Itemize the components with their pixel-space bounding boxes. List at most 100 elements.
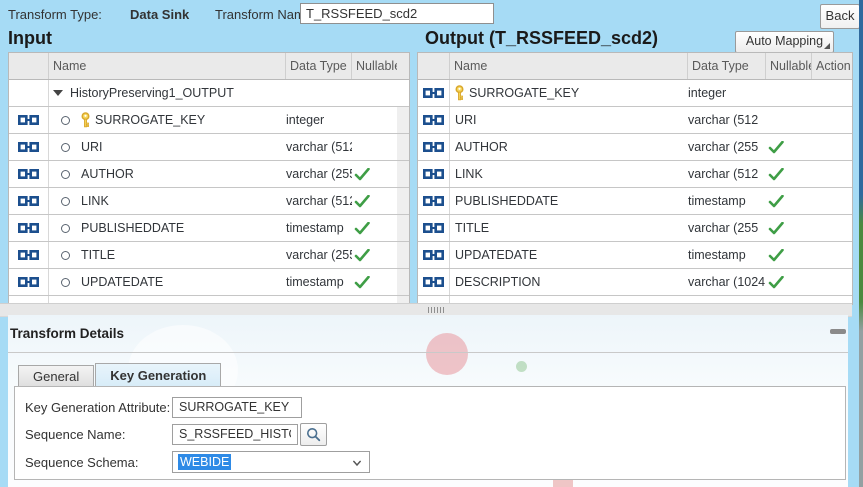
check-icon	[354, 168, 370, 181]
actions-cell	[812, 188, 852, 214]
nullable-cell	[766, 188, 812, 214]
table-row[interactable]: TITLEvarchar (255	[9, 242, 409, 269]
mapping-cell	[9, 242, 49, 268]
column-header-data-type: Data Type	[286, 53, 352, 79]
nullable-cell	[766, 134, 812, 160]
input-table-body: HistoryPreserving1_OUTPUT SURROGATE_KEY i…	[9, 80, 409, 305]
mapping-cell	[418, 80, 450, 106]
mapping-icon	[423, 195, 444, 207]
column-header-blank	[9, 53, 49, 79]
mapping-cell	[418, 107, 450, 133]
mapping-icon	[18, 222, 39, 234]
mapping-icon	[423, 168, 444, 180]
mapping-cell	[9, 188, 49, 214]
table-row[interactable]: LINKvarchar (512	[9, 188, 409, 215]
data-type-cell: varchar (1024	[688, 269, 766, 295]
transform-name-input[interactable]	[300, 3, 494, 24]
data-type-cell: timestamp	[286, 215, 352, 241]
mapping-icon	[18, 141, 39, 153]
nullable-cell	[352, 215, 397, 241]
output-panel-title: Output (T_RSSFEED_scd2)	[425, 28, 658, 49]
table-row[interactable]: URIvarchar (512	[9, 134, 409, 161]
actions-cell	[812, 215, 852, 241]
attribute-name: UPDATEDATE	[455, 248, 537, 262]
collapse-caret-icon[interactable]	[53, 90, 63, 96]
attribute-name: PUBLISHEDDATE	[81, 221, 184, 235]
data-type-cell: timestamp	[688, 188, 766, 214]
mapping-icon	[423, 249, 444, 261]
table-row[interactable]: UPDATEDATE timestamp	[9, 269, 409, 296]
table-row[interactable]: AUTHORvarchar (255	[418, 134, 852, 161]
mapping-cell	[9, 269, 49, 295]
actions-cell	[397, 215, 409, 241]
key-icon	[80, 112, 91, 128]
data-type-cell: varchar (512	[688, 161, 766, 187]
back-button[interactable]: Back	[820, 4, 860, 29]
attribute-icon	[61, 143, 70, 152]
actions-cell	[812, 107, 852, 133]
mapping-cell	[418, 188, 450, 214]
attribute-name: PUBLISHEDDATE	[455, 194, 558, 208]
key-attribute-label: Key Generation Attribute:	[25, 400, 172, 415]
key-icon	[454, 85, 465, 101]
table-row[interactable]: UPDATEDATEtimestamp	[418, 242, 852, 269]
attribute-name: TITLE	[455, 221, 489, 235]
sequence-schema-label: Sequence Schema:	[25, 455, 172, 470]
table-row[interactable]: DESCRIPTIONvarchar (1024	[418, 269, 852, 296]
table-row[interactable]: URIvarchar (512	[418, 107, 852, 134]
output-table-header: NameData TypeNullableActions	[418, 53, 852, 80]
key-attribute-input[interactable]	[172, 397, 302, 418]
attribute-name: URI	[455, 113, 477, 127]
table-row[interactable]: AUTHORvarchar (255	[9, 161, 409, 188]
mapping-icon	[18, 249, 39, 261]
group-row[interactable]: HistoryPreserving1_OUTPUT	[9, 80, 409, 107]
actions-cell	[812, 134, 852, 160]
attribute-name: SURROGATE_KEY	[95, 113, 205, 127]
auto-mapping-button[interactable]: Auto Mapping	[735, 31, 834, 53]
attribute-name: UPDATEDATE	[81, 275, 163, 289]
check-icon	[768, 141, 784, 154]
check-icon	[768, 276, 784, 289]
output-table[interactable]: NameData TypeNullableActions SURROGATE_K…	[417, 52, 853, 305]
column-name-cell: LINK	[49, 188, 286, 214]
mapping-icon	[423, 87, 444, 99]
data-type-cell: integer	[286, 107, 352, 133]
column-name-cell: TITLE	[450, 215, 688, 241]
key-generation-groupbox: Key Generation Attribute: Sequence Name:…	[14, 386, 846, 480]
table-row[interactable]: PUBLISHEDDATE timestamp	[9, 215, 409, 242]
table-row[interactable]: LINKvarchar (512	[418, 161, 852, 188]
decorative-circle	[426, 333, 468, 375]
panel-collapse-handle[interactable]	[830, 329, 846, 334]
mapping-cell	[9, 80, 49, 106]
sequence-search-button[interactable]	[300, 423, 327, 446]
column-header-data-type: Data Type	[688, 53, 766, 79]
auto-mapping-label: Auto Mapping	[746, 34, 823, 48]
table-row[interactable]: PUBLISHEDDATE timestamp	[418, 188, 852, 215]
tab-general[interactable]: General	[18, 365, 94, 387]
sequence-schema-select[interactable]: WEBIDE	[172, 451, 370, 473]
nullable-cell	[352, 242, 397, 268]
table-row[interactable]: SURROGATE_KEYinteger	[418, 80, 852, 107]
group-name: HistoryPreserving1_OUTPUT	[70, 86, 234, 100]
data-type-cell: timestamp	[286, 269, 352, 295]
details-title: Transform Details	[10, 326, 124, 341]
column-name-cell: SURROGATE_KEY	[49, 107, 286, 133]
actions-cell	[812, 269, 852, 295]
attribute-icon	[61, 224, 70, 233]
mapping-icon	[18, 168, 39, 180]
mapping-icon	[18, 276, 39, 288]
table-row[interactable]: TITLEvarchar (255	[418, 215, 852, 242]
nullable-cell	[766, 215, 812, 241]
mapping-cell	[9, 134, 49, 160]
input-panel-title: Input	[8, 28, 52, 49]
nullable-cell	[766, 242, 812, 268]
table-row[interactable]: SURROGATE_KEY integer	[9, 107, 409, 134]
input-table[interactable]: NameData TypeNullable HistoryPreserving1…	[8, 52, 410, 305]
tab-key-generation[interactable]: Key Generation	[95, 363, 221, 387]
nullable-cell	[352, 161, 397, 187]
sequence-name-input[interactable]	[172, 424, 298, 445]
screen-edge-strip	[859, 0, 863, 487]
attribute-icon	[61, 170, 70, 179]
check-icon	[768, 168, 784, 181]
data-type-cell: varchar (512	[286, 188, 352, 214]
